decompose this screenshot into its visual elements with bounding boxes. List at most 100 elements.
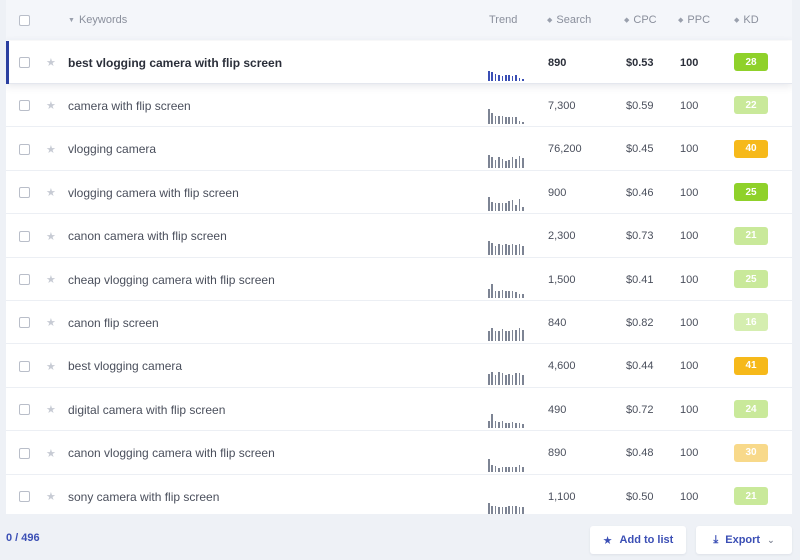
favorite-cell: ★ (46, 41, 56, 84)
table-row[interactable]: ★ cheap vlogging camera with flip screen 1… (6, 258, 792, 301)
trend-bar (515, 292, 517, 298)
star-icon[interactable]: ★ (46, 99, 56, 112)
star-icon[interactable]: ★ (46, 403, 56, 416)
trend-bar (515, 244, 517, 255)
row-checkbox[interactable] (19, 187, 30, 199)
header-kd[interactable]: ◆ KD (734, 0, 759, 40)
trend-bar (511, 156, 514, 168)
trend-bar (494, 331, 497, 342)
ppc-cell: 100 (680, 345, 698, 388)
cpc-cell: $0.45 (626, 128, 654, 171)
ppc-value: 100 (680, 360, 699, 373)
trend-bar (501, 507, 504, 514)
trend-bar (494, 374, 497, 385)
table-row[interactable]: ★ best vlogging camera 4,600 $0.44 100 41 (6, 345, 792, 388)
header-keywords-label: Keywords (78, 14, 128, 26)
trend-bar (494, 159, 497, 168)
star-icon[interactable]: ★ (46, 56, 56, 69)
trend-sparkline (488, 108, 528, 125)
keyword-text[interactable]: canon flip screen (68, 316, 159, 330)
row-checkbox[interactable] (19, 230, 30, 242)
search-cell: 7,300 (548, 84, 576, 127)
star-icon[interactable]: ★ (46, 143, 56, 156)
search-volume: 76,200 (548, 143, 582, 156)
trend-bar (515, 330, 517, 342)
star-icon[interactable]: ★ (46, 490, 56, 503)
cpc-value: $0.41 (626, 273, 654, 286)
table-row[interactable]: ★ best vlogging camera with flip screen 89… (6, 41, 792, 84)
row-checkbox[interactable] (19, 317, 30, 329)
header-ppc-label: PPC (687, 14, 711, 26)
trend-bar (488, 331, 490, 342)
keyword-text[interactable]: cheap vlogging camera with flip screen (68, 273, 275, 287)
trend-bar (511, 76, 514, 81)
keyword-text[interactable]: sony camera with flip screen (68, 490, 219, 504)
trend-bar (488, 109, 490, 125)
keyword-text[interactable]: best vlogging camera (68, 359, 182, 373)
trend-bar (518, 243, 521, 255)
row-select-cell (19, 475, 30, 514)
trend-bar (511, 506, 514, 514)
star-icon[interactable]: ★ (46, 230, 56, 243)
keyword-text[interactable]: camera with flip screen (68, 99, 191, 113)
trend-bar (508, 159, 510, 168)
table-row[interactable]: ★ camera with flip screen 7,300 $0.59 100 22 (6, 84, 792, 128)
row-checkbox[interactable] (19, 491, 30, 502)
search-cell: 1,500 (548, 258, 576, 301)
keyword-text[interactable]: vlogging camera with flip screen (68, 186, 239, 200)
trend-sparkline (488, 239, 528, 255)
trend-bar (494, 203, 497, 212)
table-row[interactable]: ★ sony camera with flip screen 1,100 $0.50 1… (6, 475, 792, 514)
trend-bar (522, 122, 524, 125)
trend-bar (498, 371, 500, 385)
star-icon[interactable]: ★ (46, 447, 56, 460)
export-button[interactable]: ⤓ Export ⌄ (696, 526, 792, 554)
header-cpc[interactable]: ◆ CPC (624, 0, 657, 40)
keyword-text[interactable]: best vlogging camera with flip screen (68, 56, 282, 70)
table-row[interactable]: ★ canon flip screen 840 $0.82 100 16 (6, 301, 792, 345)
table-row[interactable]: ★ digital camera with flip screen 490 $0.72… (6, 388, 792, 432)
keyword-text[interactable]: canon camera with flip screen (68, 229, 227, 243)
ppc-value: 100 (680, 186, 699, 199)
header-ppc[interactable]: ◆ PPC (678, 0, 710, 40)
table-row[interactable]: ★ canon camera with flip screen 2,300 $0.73… (6, 215, 792, 258)
favorite-cell: ★ (46, 345, 56, 388)
sort-icon: ◆ (547, 17, 553, 24)
header-keywords[interactable]: ▼ Keywords (68, 0, 127, 40)
favorite-cell: ★ (46, 258, 56, 301)
add-to-list-button[interactable]: ★ Add to list (590, 526, 686, 554)
select-all-checkbox[interactable] (19, 14, 30, 26)
trend-sparkline (488, 282, 528, 298)
table-row[interactable]: ★ vlogging camera with flip screen 900 $0.4… (6, 171, 792, 215)
keyword-text[interactable]: canon vlogging camera with flip screen (68, 446, 275, 460)
trend-bar (505, 75, 507, 81)
star-icon[interactable]: ★ (46, 360, 56, 373)
keyword-text[interactable]: digital camera with flip screen (68, 403, 225, 417)
kd-badge: 40 (734, 139, 768, 158)
header-search[interactable]: ◆ Search (547, 0, 591, 40)
star-icon[interactable]: ★ (46, 316, 56, 329)
row-checkbox[interactable] (19, 360, 30, 372)
row-checkbox[interactable] (19, 404, 30, 416)
keyword-cell: best vlogging camera with flip screen (68, 41, 282, 84)
row-select-cell (19, 258, 30, 301)
star-icon[interactable]: ★ (46, 186, 56, 199)
favorite-cell: ★ (46, 171, 56, 214)
star-icon[interactable]: ★ (46, 273, 56, 286)
sort-icon: ◆ (734, 17, 740, 24)
trend-bar (508, 423, 510, 429)
trend-bar (508, 291, 510, 298)
row-checkbox[interactable] (19, 57, 30, 68)
kd-badge: 28 (734, 53, 768, 71)
row-checkbox[interactable] (19, 143, 30, 155)
trend-bar (515, 372, 517, 385)
trend-bar (522, 245, 524, 255)
keyword-text[interactable]: vlogging camera (68, 142, 156, 156)
table-row[interactable]: ★ vlogging camera 76,200 $0.45 100 40 (6, 128, 792, 171)
table-row[interactable]: ★ canon vlogging camera with flip screen 8… (6, 432, 792, 475)
row-checkbox[interactable] (19, 100, 30, 112)
trend-bar (515, 75, 517, 81)
row-checkbox[interactable] (19, 274, 30, 285)
row-checkbox[interactable] (19, 447, 30, 459)
trend-bar (494, 245, 497, 255)
